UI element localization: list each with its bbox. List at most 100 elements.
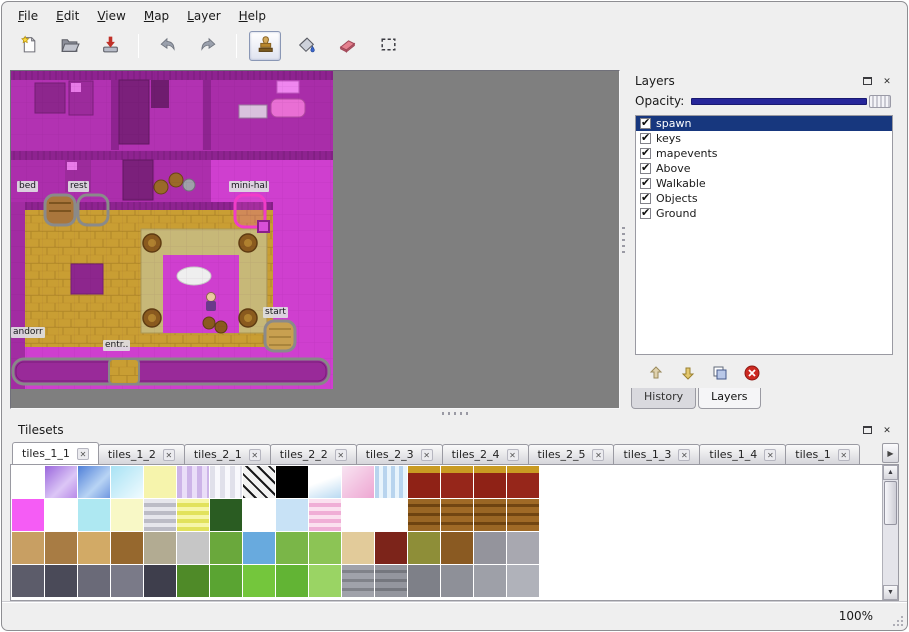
tileset-tile[interactable] — [12, 499, 44, 531]
tileset-tile[interactable] — [507, 466, 539, 498]
tileset-tile[interactable] — [474, 499, 506, 531]
layer-visibility-checkbox[interactable] — [640, 178, 651, 189]
lower-layer-button[interactable] — [677, 363, 699, 385]
tileset-tile[interactable] — [441, 565, 473, 597]
layer-visibility-checkbox[interactable] — [640, 118, 651, 129]
tab-history[interactable]: History — [631, 388, 696, 409]
tileset-tile[interactable] — [408, 532, 440, 564]
tileset-tile[interactable] — [375, 466, 407, 498]
layer-row[interactable]: Walkable — [636, 176, 892, 191]
map-canvas[interactable]: bed rest mini-hal start entr.. andorr — [11, 71, 333, 389]
tileset-tile[interactable] — [144, 532, 176, 564]
tileset-tile[interactable] — [111, 532, 143, 564]
tab-layers[interactable]: Layers — [698, 388, 760, 409]
layer-visibility-checkbox[interactable] — [640, 148, 651, 159]
layer-row[interactable]: spawn — [636, 116, 892, 131]
layer-visibility-checkbox[interactable] — [640, 208, 651, 219]
tileset-tile[interactable] — [243, 466, 275, 498]
tileset-tile[interactable] — [177, 565, 209, 597]
tileset-tile[interactable] — [12, 466, 44, 498]
stamp-brush-button[interactable] — [249, 31, 281, 61]
tileset-tile[interactable] — [144, 499, 176, 531]
duplicate-layer-button[interactable] — [709, 363, 731, 385]
tileset-tab[interactable]: tiles_2_3 — [356, 444, 443, 464]
horizontal-splitter[interactable] — [2, 409, 907, 419]
tileset-tile[interactable] — [309, 565, 341, 597]
tab-close-icon[interactable] — [592, 449, 604, 461]
eraser-button[interactable] — [331, 31, 363, 61]
layer-visibility-checkbox[interactable] — [640, 133, 651, 144]
tab-close-icon[interactable] — [838, 449, 850, 461]
tileset-tile[interactable] — [441, 532, 473, 564]
tileset-tile[interactable] — [243, 565, 275, 597]
tileset-tile[interactable] — [276, 499, 308, 531]
scroll-up-button[interactable] — [883, 465, 898, 480]
tileset-tile[interactable] — [408, 565, 440, 597]
tileset-tab[interactable]: tiles_1 — [785, 444, 859, 464]
tileset-tile[interactable] — [210, 532, 242, 564]
menu-edit[interactable]: Edit — [48, 7, 87, 25]
scroll-track[interactable] — [883, 526, 898, 585]
tileset-scrollbar[interactable] — [882, 465, 898, 600]
menu-file[interactable]: File — [10, 7, 46, 25]
layer-row[interactable]: mapevents — [636, 146, 892, 161]
float-panel-button[interactable] — [859, 74, 875, 89]
scroll-thumb[interactable] — [884, 481, 897, 525]
open-button[interactable] — [53, 31, 85, 61]
tileset-tile[interactable] — [309, 466, 341, 498]
scroll-tabs-right-button[interactable] — [882, 443, 899, 463]
tileset-tile[interactable] — [507, 499, 539, 531]
tileset-tile[interactable] — [12, 532, 44, 564]
tileset-tile[interactable] — [507, 532, 539, 564]
tileset-tab[interactable]: tiles_1_1 — [12, 442, 99, 465]
menu-help[interactable]: Help — [231, 7, 274, 25]
tileset-tile[interactable] — [408, 499, 440, 531]
tileset-tile[interactable] — [507, 565, 539, 597]
tileset-tile[interactable] — [342, 532, 374, 564]
tileset-tile[interactable] — [474, 466, 506, 498]
float-panel-button[interactable] — [859, 423, 875, 438]
rect-select-button[interactable] — [372, 31, 404, 61]
tileset-tab[interactable]: tiles_2_1 — [184, 444, 271, 464]
tileset-tile[interactable] — [111, 466, 143, 498]
tileset-tile[interactable] — [243, 532, 275, 564]
tileset-tile[interactable] — [243, 499, 275, 531]
layer-list[interactable]: spawn keys mapevents Above Walkable — [635, 115, 893, 355]
tileset-tile[interactable] — [441, 466, 473, 498]
tileset-tile[interactable] — [441, 499, 473, 531]
tileset-tile[interactable] — [375, 499, 407, 531]
tileset-tab[interactable]: tiles_2_5 — [528, 444, 615, 464]
tileset-tile[interactable] — [45, 565, 77, 597]
tab-close-icon[interactable] — [764, 449, 776, 461]
tileset-tile[interactable] — [210, 499, 242, 531]
tab-close-icon[interactable] — [678, 449, 690, 461]
tab-close-icon[interactable] — [77, 448, 89, 460]
layer-visibility-checkbox[interactable] — [640, 163, 651, 174]
tileset-tile[interactable] — [342, 499, 374, 531]
bucket-fill-button[interactable] — [290, 31, 322, 61]
tileset-tile[interactable] — [408, 466, 440, 498]
tileset-tile[interactable] — [342, 466, 374, 498]
tileset-tab[interactable]: tiles_1_2 — [98, 444, 185, 464]
tileset-tile[interactable] — [210, 565, 242, 597]
tileset-tile[interactable] — [45, 532, 77, 564]
opacity-slider-handle[interactable] — [869, 95, 891, 108]
tileset-tab[interactable]: tiles_1_4 — [699, 444, 786, 464]
tab-close-icon[interactable] — [335, 449, 347, 461]
tileset-tile[interactable] — [78, 532, 110, 564]
tab-close-icon[interactable] — [507, 449, 519, 461]
tileset-tile[interactable] — [276, 532, 308, 564]
tileset-tile[interactable] — [144, 466, 176, 498]
raise-layer-button[interactable] — [645, 363, 667, 385]
tileset-tile[interactable] — [375, 565, 407, 597]
layer-row[interactable]: keys — [636, 131, 892, 146]
tileset-tile[interactable] — [210, 466, 242, 498]
map-view[interactable]: bed rest mini-hal start entr.. andorr — [10, 70, 620, 409]
tileset-tile[interactable] — [111, 499, 143, 531]
tileset-tab[interactable]: tiles_2_2 — [270, 444, 357, 464]
tab-close-icon[interactable] — [163, 449, 175, 461]
menu-map[interactable]: Map — [136, 7, 177, 25]
tileset-tile[interactable] — [45, 499, 77, 531]
tab-close-icon[interactable] — [249, 449, 261, 461]
tileset-tile[interactable] — [78, 466, 110, 498]
